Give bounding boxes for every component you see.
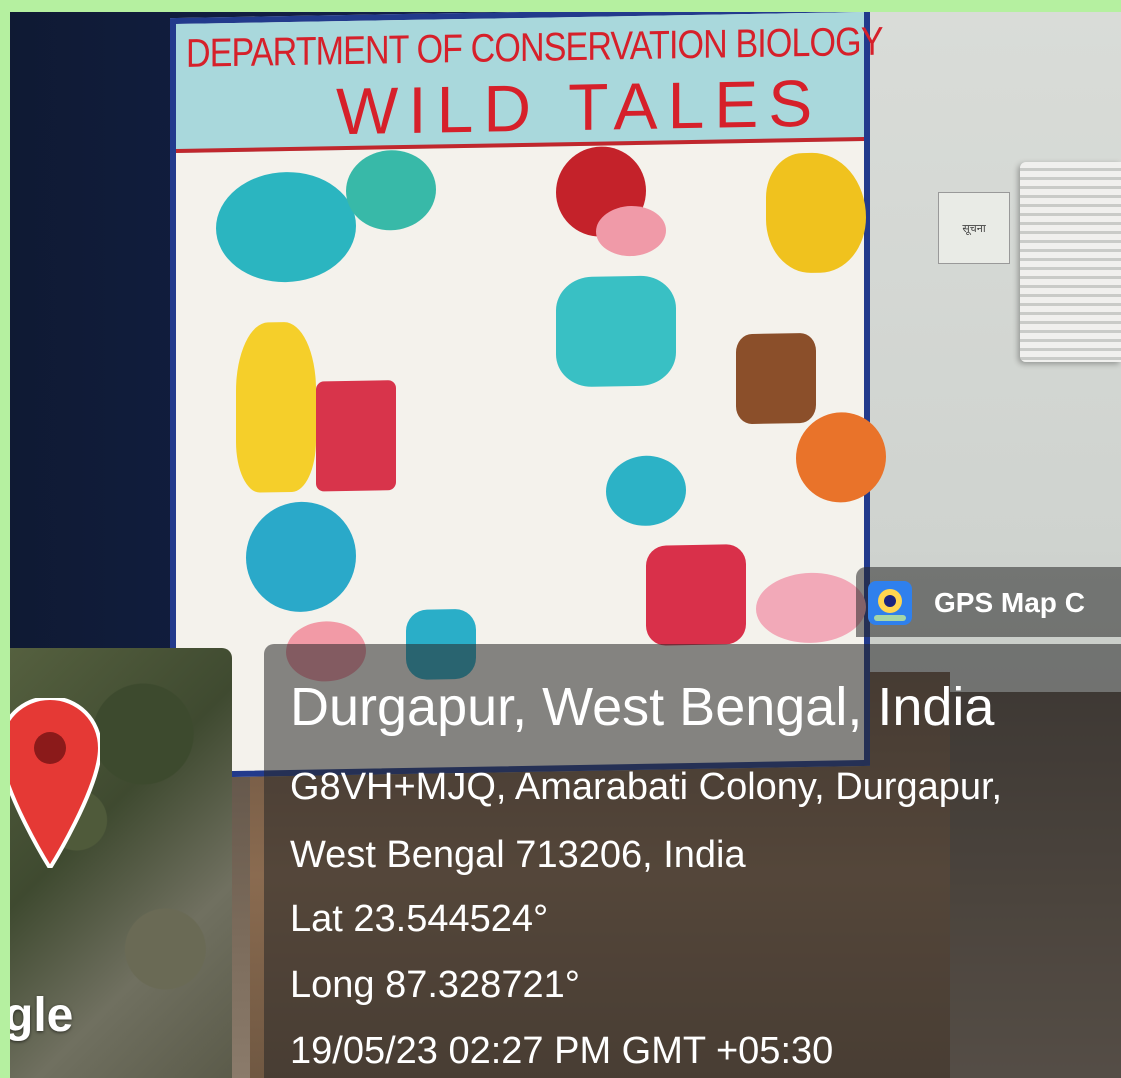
cutout-teal-cloud: [216, 170, 356, 284]
air-conditioner: [1020, 162, 1121, 362]
map-thumbnail[interactable]: gle: [10, 648, 232, 1078]
photo-frame: सूचना DEPARTMENT OF CONSERVATION BIOLOGY…: [10, 12, 1121, 1078]
timestamp: 19/05/23 02:27 PM GMT +05:30: [290, 1030, 834, 1072]
wall-sign: सूचना: [938, 192, 1010, 264]
gps-camera-icon: [868, 581, 912, 625]
gps-app-tag: GPS Map C: [856, 567, 1121, 637]
cutout-teal-circle: [246, 500, 356, 613]
gps-app-name: GPS Map C: [934, 587, 1085, 618]
map-pin-icon: [10, 698, 100, 868]
address-line-1: G8VH+MJQ, Amarabati Colony, Durgapur,: [290, 766, 1003, 808]
cutout-teal-butterfly: [606, 455, 686, 527]
cutout-red-star: [646, 544, 746, 646]
cutout-teal-star: [556, 275, 676, 388]
map-brand-label: gle: [10, 989, 74, 1042]
cutout-yellow-bird: [236, 321, 316, 493]
cutout-pink-pangolin: [756, 571, 866, 644]
poster-main-title: WILD TALES: [336, 65, 823, 149]
place-title: Durgapur, West Bengal, India: [290, 677, 995, 737]
cutout-brown-tree: [736, 332, 816, 425]
poster-header: DEPARTMENT OF CONSERVATION BIOLOGY WILD …: [176, 12, 883, 154]
address-line-2: West Bengal 713206, India: [290, 834, 746, 876]
latitude-value: Lat 23.544524°: [290, 898, 549, 940]
cutout-red-panel: [316, 380, 396, 492]
longitude-value: Long 87.328721°: [290, 964, 580, 1006]
cutout-yellow-leaf: [766, 151, 866, 274]
cutout-pink-leaf: [596, 205, 666, 257]
cutout-teal-bubble: [346, 149, 436, 232]
